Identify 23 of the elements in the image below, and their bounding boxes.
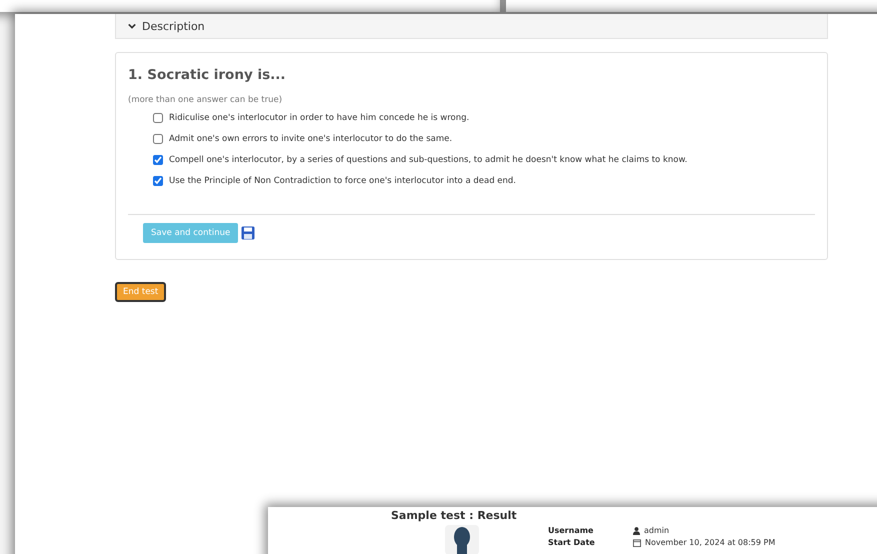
user-icon [633, 526, 640, 534]
answer-text: Use the Principle of Non Contradiction to force one's interlocutor into a dead end. [169, 176, 516, 186]
question-hint: (more than one answer can be true) [128, 95, 284, 105]
answer-checkbox[interactable] [153, 134, 163, 144]
end-test-button[interactable]: End test [115, 282, 166, 302]
person-silhouette-icon [445, 525, 479, 554]
field-label: Start Date [548, 538, 596, 547]
answer-checkbox[interactable] [153, 154, 163, 164]
field-label: Username [548, 526, 594, 535]
answer-checkbox[interactable] [153, 112, 163, 122]
result-title: Sample test : Result [391, 509, 518, 522]
answer-text: Admit one's own errors to invite one's interlocutor to do the same. [169, 134, 452, 144]
field-value: November 10, 2024 at 08:59 PM [645, 538, 776, 547]
answer-text: Compell one's interlocutor, by a series of questions and sub-questions, to admit he doesn't know what he claims to know. [169, 154, 688, 164]
calendar-icon [633, 538, 641, 546]
description-toggle[interactable]: Description [115, 14, 828, 39]
answer-checkbox[interactable] [153, 176, 163, 186]
field-value: admin [644, 526, 670, 535]
save-button[interactable]: Save and continue [143, 223, 238, 243]
question-title: 1. Socratic irony is... [128, 67, 286, 83]
save-icon[interactable] [241, 226, 256, 240]
answer-text: Ridiculise one's interlocutor in order to have him concede he is wrong. [169, 112, 470, 122]
chevron-down-icon [128, 22, 136, 30]
